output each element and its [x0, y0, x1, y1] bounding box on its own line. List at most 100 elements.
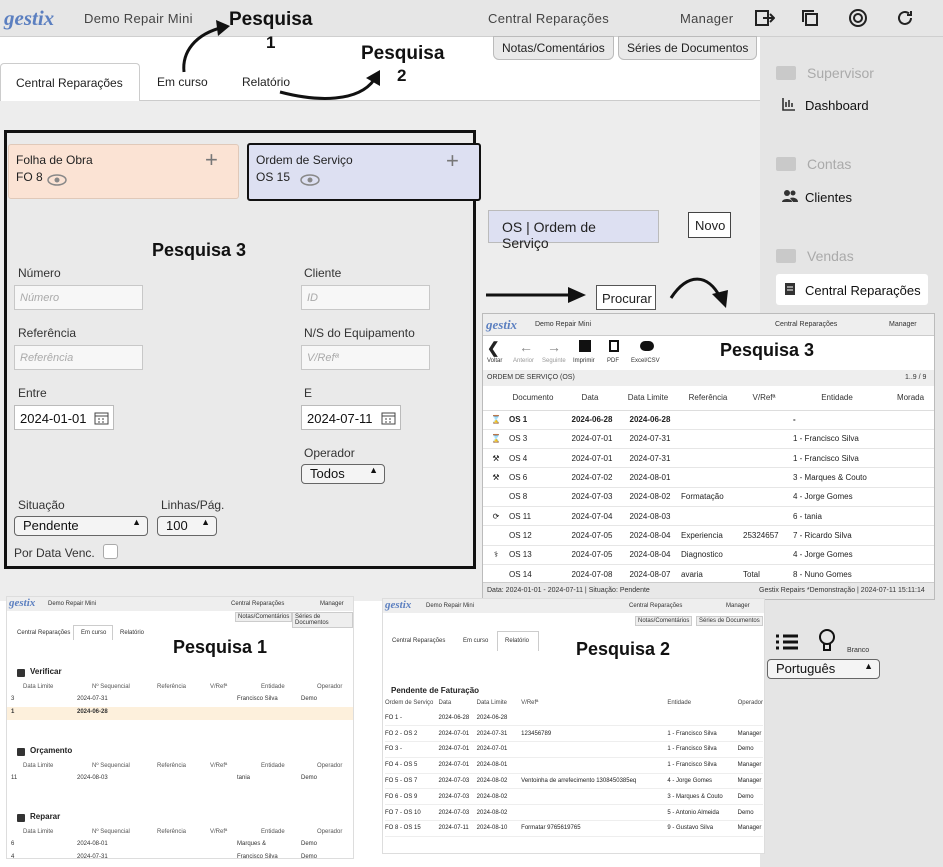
sidebar-group-vendas[interactable]: Vendas	[807, 248, 854, 264]
cliente-input[interactable]: ID	[301, 285, 430, 310]
table-row[interactable]: ⚒ OS 6 2024-07-02 2024-08-01 3 - Marques & C…	[483, 467, 934, 488]
voltar-button[interactable]: Voltar	[487, 358, 502, 364]
seguinte-icon[interactable]: →	[547, 339, 561, 355]
add-os-icon[interactable]: +	[446, 148, 459, 174]
table-row[interactable]: ⟳ OS 11 2024-07-04 2024-08-03 6 - tania	[483, 506, 934, 527]
table-row[interactable]: FO 6 - OS 9 2024-07-03 2024-08-02 3 - Marqu…	[385, 789, 763, 805]
table-row[interactable]: ⚒ OS 4 2024-07-01 2024-07-31 1 - Francisco S…	[483, 448, 934, 469]
table-row[interactable]: FO 8 - OS 15 2024-07-11 2024-08-10 Formatar…	[385, 821, 763, 837]
sidebar-item-clientes[interactable]: Clientes	[805, 190, 852, 205]
series-button[interactable]: Séries de Documentos	[696, 616, 763, 626]
timestamp: Gestix Repairs *Demonstração | 2024-07-1…	[759, 587, 925, 594]
column-header: V/Refª	[210, 829, 228, 835]
calendar-icon[interactable]	[94, 411, 109, 425]
section-checkbox[interactable]	[17, 814, 25, 822]
refresh-icon[interactable]	[895, 8, 915, 28]
section-checkbox[interactable]	[17, 669, 25, 677]
table-row[interactable]: OS 12 2024-07-05 2024-08-04 Experiencia 2532…	[483, 525, 934, 546]
table-row[interactable]: FO 2 - OS 2 2024-07-01 2024-07-31 123456789…	[385, 726, 763, 742]
help-icon[interactable]	[848, 8, 868, 28]
table-row[interactable]: ⌛ OS 3 2024-07-01 2024-07-31 1 - Francisco S…	[483, 429, 934, 450]
add-fo-icon[interactable]: +	[205, 147, 218, 173]
table-row[interactable]: ⚕ OS 13 2024-07-05 2024-08-04 Diagnostico 4 -…	[483, 545, 934, 565]
print-icon[interactable]	[579, 340, 591, 352]
table-row[interactable]: FO 4 - OS 5 2024-07-01 2024-08-01 1 - Franc…	[385, 757, 763, 774]
linhas-select[interactable]: 100 ▲	[157, 516, 217, 536]
por-data-venc-checkbox[interactable]	[103, 544, 118, 559]
tab-em-curso[interactable]: Em curso	[157, 75, 208, 89]
por-data-venc-label: Por Data Venc.	[14, 546, 95, 560]
cloud-download-icon[interactable]	[640, 341, 654, 351]
section-checkbox[interactable]	[17, 748, 25, 756]
novo-button[interactable]: Novo	[688, 212, 731, 238]
tab-em-curso[interactable]: Em curso	[463, 638, 488, 644]
sidebar-group-supervisor[interactable]: Supervisor	[807, 65, 874, 81]
situacao-select[interactable]: Pendente ▲	[14, 516, 148, 536]
linhas-label: Linhas/Pág.	[161, 498, 225, 512]
procurar-button[interactable]: Procurar	[596, 285, 656, 310]
referencia-input[interactable]: Referência	[14, 345, 143, 370]
tab-central[interactable]: Central Reparações	[16, 76, 123, 90]
annotation-pesquisa-1b: Pesquisa 1	[173, 637, 268, 657]
table-row[interactable]: ⌛ OS 1 2024-06-28 2024-06-28-	[483, 410, 934, 430]
column-header: Referência	[157, 829, 187, 835]
sidebar-item-dashboard[interactable]: Dashboard	[805, 98, 869, 113]
annotation-number-2: 2	[397, 66, 407, 85]
eye-icon[interactable]	[47, 174, 67, 186]
ns-input[interactable]: V/Refª	[301, 345, 430, 370]
windows-icon[interactable]	[801, 9, 819, 27]
column-header: Referência	[157, 684, 187, 690]
logout-icon[interactable]	[755, 9, 775, 27]
anterior-icon[interactable]: ←	[519, 339, 533, 355]
section-title: Reparar	[30, 812, 61, 821]
os-list-window: gestix Demo Repair Mini Central Reparaçõ…	[482, 313, 935, 600]
notes-button[interactable]: Notas/Comentários	[493, 36, 614, 60]
table-row[interactable]: FO 7 - OS 10 2024-07-03 2024-08-02 5 - Anto…	[385, 805, 763, 821]
numero-input[interactable]: Número	[14, 285, 143, 310]
table-row[interactable]: OS 14 2024-07-08 2024-08-07 avaria Total 8 - …	[483, 564, 934, 585]
table-row[interactable]: FO 5 - OS 7 2024-07-03 2024-08-02 Ventoinha…	[385, 773, 763, 789]
user-name[interactable]: Manager	[680, 11, 733, 26]
table-row[interactable]: FO 1 -2024-06-28 2024-06-28	[385, 710, 763, 726]
voltar-icon[interactable]: ❮	[487, 339, 500, 357]
column-header: Entidade	[261, 684, 285, 690]
tab-relatorio[interactable]: Relatório	[120, 630, 144, 636]
lightbulb-icon[interactable]	[816, 628, 838, 654]
list-icon[interactable]	[774, 633, 800, 651]
tab-em-curso[interactable]: Em curso	[81, 630, 106, 636]
page-count: 1..9 / 9	[905, 374, 927, 381]
section-title: Orçamento	[30, 746, 73, 755]
sidebar-item-central[interactable]: Central Reparações	[805, 283, 921, 298]
operador-select[interactable]: Todos ▲	[301, 464, 385, 484]
module-name: Central Reparações	[231, 601, 285, 607]
notes-button[interactable]: Notas/Comentários	[635, 616, 693, 626]
series-button[interactable]: Séries de Documentos	[292, 612, 353, 628]
tab-central[interactable]: Central Reparações	[17, 630, 70, 636]
gestix-logo[interactable]: gestix	[4, 6, 54, 31]
table-row[interactable]: FO 3 -2024-07-01 2024-07-01 1 - Francisco …	[385, 742, 763, 758]
tab-relatorio[interactable]: Relatório	[242, 75, 290, 89]
column-header: Ordem de Serviço	[385, 700, 434, 706]
excel-button[interactable]: Excel/CSV	[631, 358, 660, 364]
tab-relatorio[interactable]: Relatório	[505, 638, 529, 644]
pdf-button[interactable]: PDF	[607, 358, 619, 364]
table-cell: 3	[11, 696, 15, 702]
sidebar-group-contas[interactable]: Contas	[807, 156, 851, 172]
folder-icon	[776, 157, 796, 171]
column-header: Nº Sequencial	[92, 763, 130, 769]
os-type-label[interactable]: OS | Ordem de Serviço	[488, 210, 659, 251]
eye-icon[interactable]	[300, 174, 320, 186]
column-header: Data Limite	[23, 829, 54, 835]
calendar-icon[interactable]	[381, 411, 396, 425]
seguinte-button[interactable]: Seguinte	[542, 358, 566, 364]
tab-central[interactable]: Central Reparações	[392, 638, 445, 644]
table-row[interactable]: OS 8 2024-07-03 2024-08-02 Formatação 4 - Jo…	[483, 487, 934, 507]
column-header: Nº Sequencial	[92, 829, 130, 835]
imprimir-button[interactable]: Imprimir	[573, 358, 595, 364]
notes-button[interactable]: Notas/Comentários	[235, 612, 293, 622]
anterior-button[interactable]: Anterior	[513, 358, 534, 364]
language-select[interactable]: Português ▲	[767, 659, 880, 679]
pdf-icon[interactable]	[609, 340, 619, 352]
column-header: Entidade	[261, 763, 285, 769]
series-button[interactable]: Séries de Documentos	[618, 36, 758, 60]
